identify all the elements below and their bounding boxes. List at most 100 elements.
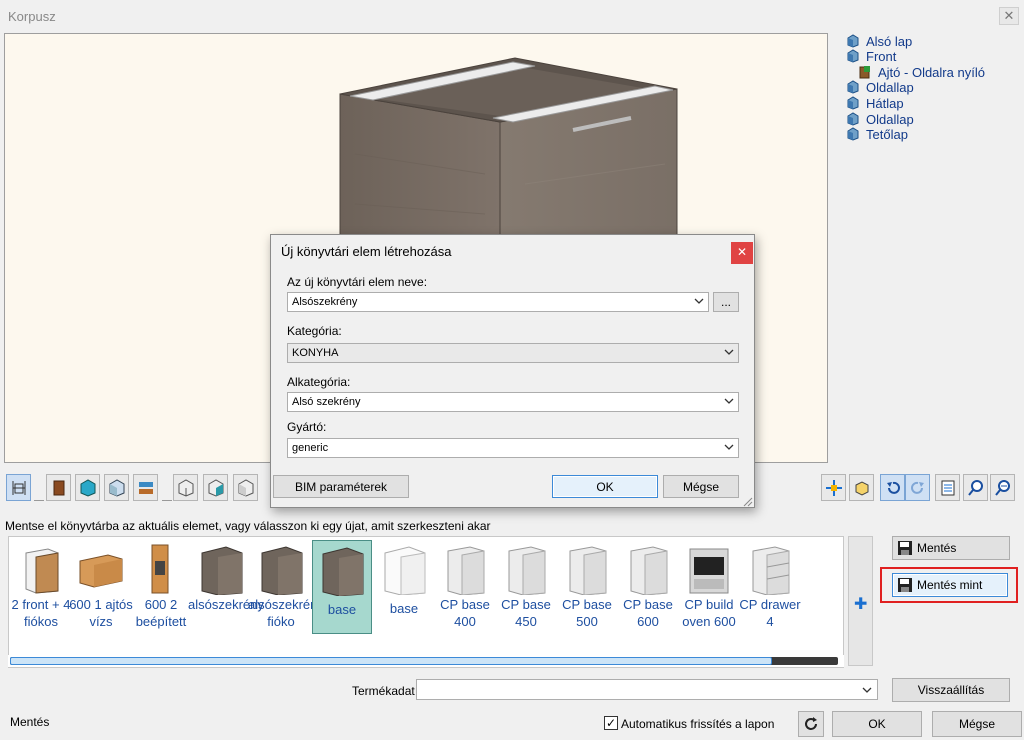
restore-button[interactable]: Visszaállítás	[892, 678, 1010, 702]
cube-part-icon	[847, 112, 859, 126]
resize-grip-icon[interactable]	[743, 497, 753, 507]
chevron-down-icon	[862, 687, 872, 693]
cabinet-thumbnail	[508, 546, 546, 595]
oven-thumbnail	[689, 548, 729, 594]
tree-item-label: Alsó lap	[866, 33, 913, 49]
gallery-item[interactable]: 600 2 beépített	[132, 540, 190, 632]
tree-item-label: Hátlap	[866, 95, 904, 111]
tree-item-label: Tetőlap	[866, 126, 908, 142]
gallery-item-label: CP base 450	[501, 597, 551, 629]
refresh-icon	[805, 717, 817, 730]
dialog-cancel-button[interactable]: Mégse	[663, 475, 739, 498]
tree-item-label: Ajtó - Oldalra nyíló	[878, 64, 985, 80]
new-library-item-dialog[interactable]: Új könyvtári elem létrehozása ✕ Az új kö…	[270, 234, 755, 508]
cabinet-thumbnail	[630, 546, 668, 595]
gallery-item[interactable]: CP base 600	[619, 540, 677, 632]
cabinet-thumbnail	[201, 546, 243, 595]
save-button[interactable]: Mentés	[892, 536, 1010, 560]
browse-button[interactable]: ...	[713, 292, 739, 312]
dimensions-icon[interactable]	[6, 474, 31, 501]
gallery-item[interactable]: CP drawer 4	[739, 540, 801, 632]
chevron-down-icon	[724, 444, 734, 450]
gallery-item[interactable]: alsószekrény fióko	[248, 540, 324, 632]
gallery-item[interactable]: CP base 400	[436, 540, 494, 632]
gallery-item-selected[interactable]: base	[312, 540, 372, 634]
box-teal-icon[interactable]	[203, 474, 228, 501]
tree-item-front[interactable]: Front	[846, 48, 896, 64]
gallery-scrollbar[interactable]	[8, 655, 844, 667]
floppy-icon	[898, 578, 912, 592]
cube-part-icon	[847, 96, 859, 110]
add-panel[interactable]: ✚	[848, 536, 873, 666]
tree-item-tetolap[interactable]: Tetőlap	[846, 126, 908, 142]
tree-item-oldallap-1[interactable]: Oldallap	[846, 79, 914, 95]
name-label: Az új könyvtári elem neve:	[287, 275, 428, 289]
gallery-item-label: CP drawer 4	[739, 597, 801, 629]
status-text: Mentés	[10, 715, 50, 729]
cabinet-thumbnail	[752, 546, 790, 595]
product-data-select[interactable]	[416, 679, 878, 700]
category-select[interactable]: KONYHA	[287, 343, 739, 363]
manufacturer-label: Gyártó:	[287, 420, 327, 434]
list-icon[interactable]	[935, 474, 960, 501]
window-title: Korpusz	[8, 9, 56, 24]
name-combo[interactable]: Alsószekrény	[287, 292, 709, 312]
tree-item-label: Oldallap	[866, 79, 914, 95]
cube-part-icon	[847, 127, 859, 141]
box-view-icon[interactable]	[849, 474, 874, 501]
wireframe-icon[interactable]	[104, 474, 129, 501]
ok-button[interactable]: OK	[832, 711, 922, 737]
tree-item-oldallap-2[interactable]: Oldallap	[846, 111, 914, 127]
cabinet-thumbnail	[261, 546, 303, 595]
undo-icon[interactable]	[880, 474, 905, 501]
gallery-item-label: CP base 600	[623, 597, 673, 629]
library-gallery[interactable]: 2 front + 4 fiókos 600 1 ajtós vízs 600 …	[8, 536, 844, 668]
cube-part-icon	[847, 80, 859, 94]
gallery-item[interactable]: alsószekrény	[188, 540, 264, 632]
glass-panel-icon[interactable]	[75, 474, 100, 501]
drawer-icon[interactable]	[133, 474, 158, 501]
subcategory-label: Alkategória:	[287, 375, 351, 389]
tree-item-also-lap[interactable]: Alsó lap	[846, 33, 912, 49]
tree-item-door[interactable]: Ajtó - Oldalra nyíló	[858, 64, 985, 80]
cancel-button[interactable]: Mégse	[932, 711, 1022, 737]
gallery-item[interactable]: 2 front + 4 fiókos	[12, 540, 70, 632]
auto-refresh-checkbox[interactable]: ✓	[604, 716, 618, 730]
cabinet-thumbnail	[25, 548, 59, 594]
dialog-close-button[interactable]: ✕	[731, 242, 753, 264]
gallery-item[interactable]: CP base 450	[497, 540, 555, 632]
tree-item-label: Front	[866, 48, 897, 64]
chevron-down-icon	[724, 398, 734, 404]
save-as-button[interactable]: Mentés mint	[892, 573, 1008, 597]
category-label: Kategória:	[287, 324, 342, 338]
manufacturer-select[interactable]: generic	[287, 438, 739, 458]
instruction-text: Mentse el könyvtárba az aktuális elemet,…	[5, 519, 491, 533]
move-icon[interactable]	[821, 474, 846, 501]
zoom-out-icon[interactable]	[990, 474, 1015, 501]
window-close-button[interactable]: ✕	[999, 7, 1019, 25]
bim-parameters-button[interactable]: BIM paraméterek	[273, 475, 409, 498]
gallery-item[interactable]: base	[375, 540, 433, 632]
door-part-icon	[859, 66, 870, 79]
scroll-thumb[interactable]	[10, 657, 772, 665]
tree-item-hatlap[interactable]: Hátlap	[846, 95, 904, 111]
subcategory-select[interactable]: Alsó szekrény	[287, 392, 739, 412]
gallery-item-label: 2 front + 4 fiókos	[11, 597, 71, 629]
door-icon[interactable]	[46, 474, 71, 501]
refresh-button[interactable]	[798, 711, 824, 737]
cabinet-thumbnail	[569, 546, 607, 595]
gallery-item[interactable]: 600 1 ajtós vízs	[69, 540, 133, 632]
box-front-icon[interactable]	[233, 474, 258, 501]
floppy-icon	[898, 541, 912, 555]
gallery-item[interactable]: CP base 500	[558, 540, 616, 632]
box-open-icon[interactable]	[173, 474, 198, 501]
dialog-ok-button[interactable]: OK	[552, 475, 658, 498]
cabinet-thumbnail	[447, 546, 485, 595]
redo-icon[interactable]	[905, 474, 930, 501]
gallery-item-label: base	[327, 602, 357, 617]
part-tree: Alsó lap Front Ajtó - Oldalra nyíló Olda…	[844, 33, 1020, 463]
plus-icon[interactable]: ✚	[854, 594, 867, 614]
cabinet-thumbnail	[384, 546, 426, 595]
gallery-item[interactable]: CP build oven 600	[680, 540, 738, 632]
zoom-in-icon[interactable]	[963, 474, 988, 501]
